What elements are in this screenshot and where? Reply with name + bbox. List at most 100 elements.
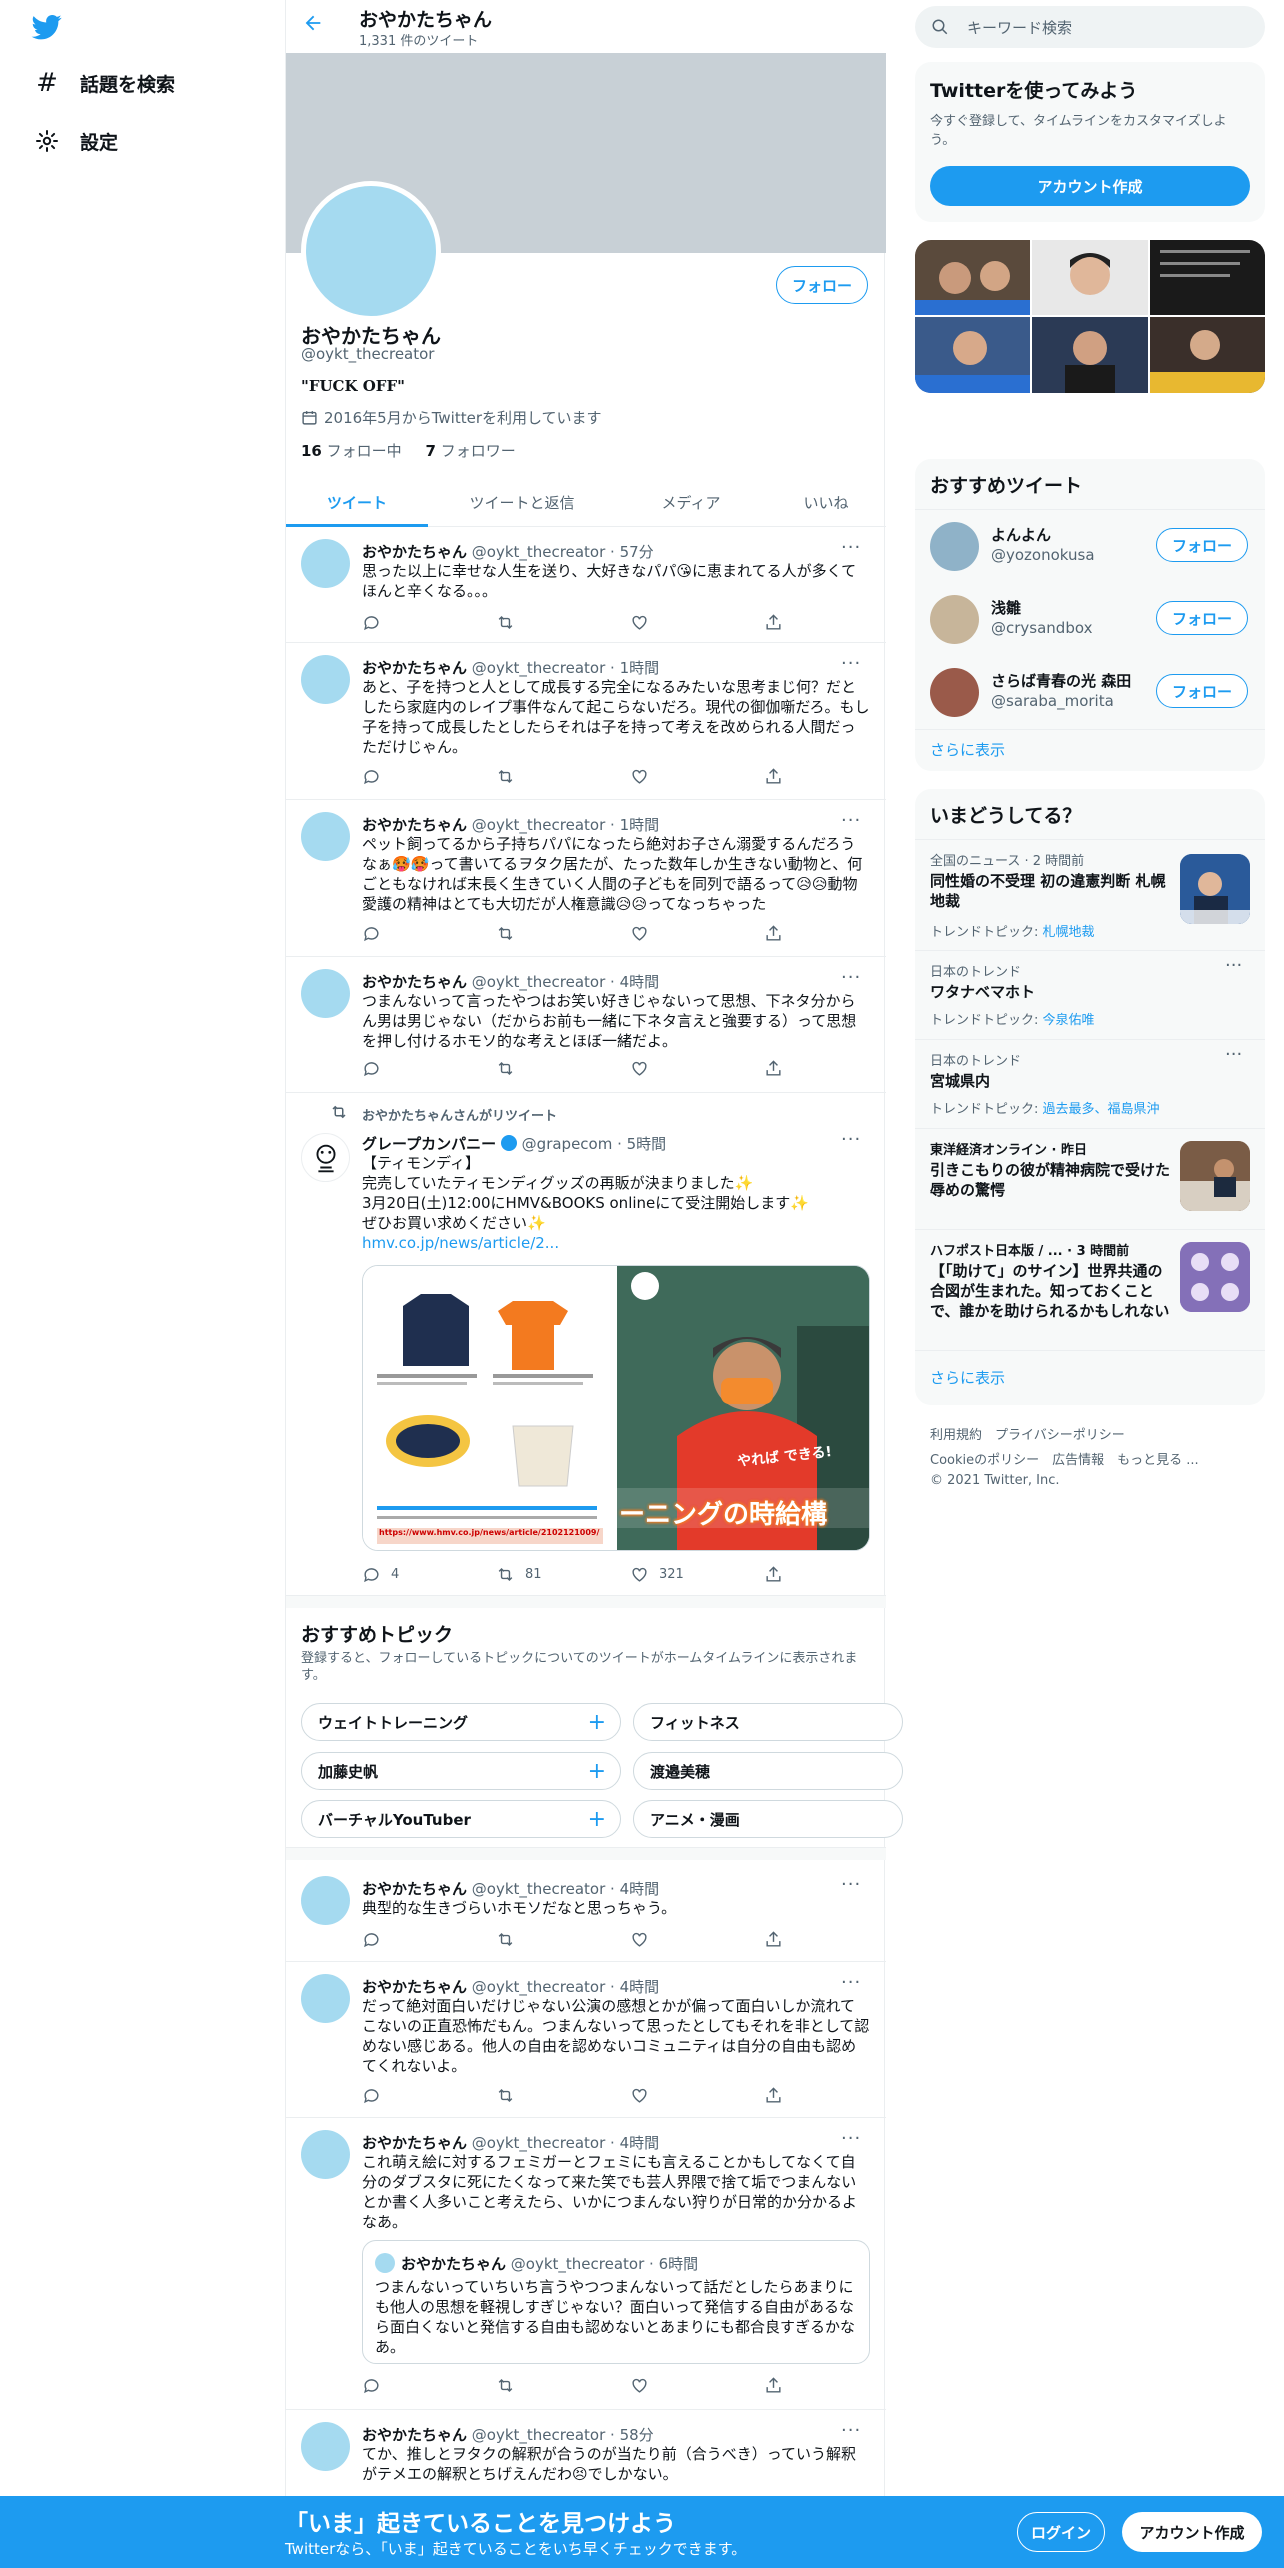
login-button[interactable]: ログイン [1017,2512,1105,2552]
tweet-avatar[interactable] [301,655,350,704]
tweet[interactable]: おやかたちゃん @oykt_thecreator · 4時間 ··· 典型的な生… [286,1860,886,1962]
share-icon[interactable] [764,1059,783,1078]
tab-tweets[interactable]: ツイート [286,477,428,527]
like-icon[interactable] [630,1059,649,1078]
footer-links-1[interactable]: 利用規約 プライバシーポリシー [930,1424,1125,1443]
tweet[interactable]: おやかたちゃん @oykt_thecreator · 58分 ··· てか、推し… [286,2410,886,2510]
retweet-icon[interactable] [496,2376,515,2395]
follow-button[interactable]: フォロー [776,266,868,304]
plus-icon[interactable]: + [588,1710,606,1735]
following-link[interactable]: 16 フォロー中 [301,442,402,460]
nav-explore[interactable]: # 話題を検索 [32,63,175,103]
trend-item[interactable]: 東洋経済オンライン · 昨日 引きこもりの彼が精神病院で受けた辱めの驚愕 [915,1129,1265,1229]
more-icon[interactable]: ··· [1225,955,1242,976]
user-row[interactable]: よんよん @yozonokusa フォロー [915,510,1265,583]
reply-icon[interactable] [362,1930,381,1949]
reply-icon[interactable] [362,924,381,943]
reply-icon[interactable] [362,767,381,786]
more-icon[interactable]: ··· [841,967,861,988]
tweet-avatar[interactable] [301,1876,350,1925]
like-icon[interactable]: 321 [630,1565,684,1584]
tweet-author[interactable]: おやかたちゃん [362,2426,467,2444]
retweet-icon[interactable] [496,1930,515,1949]
tweet-author[interactable]: おやかたちゃん [362,1880,467,1898]
share-icon[interactable] [764,613,783,632]
topic-chip[interactable]: バーチャルYouTuber + [301,1800,621,1838]
tab-media[interactable]: メディア [616,477,766,527]
search-box[interactable]: キーワード検索 [915,6,1265,48]
trend-sub-link[interactable]: 過去最多、福島県沖 [1043,1102,1160,1117]
more-icon[interactable]: ··· [841,1129,861,1150]
share-icon[interactable] [764,2086,783,2105]
retweet-icon[interactable] [496,767,515,786]
tweet-author[interactable]: おやかたちゃん [362,973,467,991]
like-icon[interactable] [630,924,649,943]
show-more-link[interactable]: さらに表示 [930,1367,1005,1388]
tweet-author[interactable]: おやかたちゃん [362,816,467,834]
tweet-author[interactable]: おやかたちゃん [362,2134,467,2152]
plus-icon[interactable]: + [588,1759,606,1784]
topic-chip[interactable]: 加藤史帆 + [301,1752,621,1790]
trend-item[interactable]: 日本のトレンド ワタナベマホト トレンドトピック: 今泉佑唯 ··· [915,951,1265,1039]
nav-settings[interactable]: 設定 [32,121,118,161]
retweet-icon[interactable] [496,924,515,943]
tab-likes[interactable]: いいね [766,477,886,527]
trend-sub-link[interactable]: 今泉佑唯 [1043,1013,1095,1028]
reply-icon[interactable] [362,613,381,632]
topic-chip[interactable]: 渡邉美穂 [633,1752,903,1790]
show-more-link[interactable]: さらに表示 [930,739,1005,760]
topic-chip[interactable]: ウェイトトレーニング + [301,1703,621,1741]
tweet[interactable]: おやかたちゃん @oykt_thecreator · 1時間 ··· ペット飼っ… [286,800,886,957]
retweet-icon[interactable] [496,613,515,632]
follow-button[interactable]: フォロー [1156,601,1248,635]
twitter-logo-icon[interactable] [30,12,64,42]
share-icon[interactable] [764,1565,783,1584]
tweet-author[interactable]: おやかたちゃん [362,659,467,677]
tweet[interactable]: おやかたちゃん @oykt_thecreator · 57分 ··· 思った以上… [286,527,886,643]
tweet-avatar[interactable] [301,539,350,588]
tweet-author[interactable]: おやかたちゃん [362,543,467,561]
media-grid[interactable] [915,240,1265,393]
retweeted-by[interactable]: おやかたちゃんさんがリツイート [362,1105,557,1124]
reply-icon[interactable] [362,1059,381,1078]
more-icon[interactable]: ··· [841,537,861,558]
like-icon[interactable] [630,613,649,632]
more-icon[interactable]: ··· [841,2128,861,2149]
tweet[interactable]: おやかたちゃん @oykt_thecreator · 4時間 ··· だって絶対… [286,1962,886,2118]
like-icon[interactable] [630,2086,649,2105]
more-icon[interactable]: ··· [841,810,861,831]
reply-icon[interactable]: 4 [362,1565,399,1584]
grape-company-avatar[interactable] [301,1133,350,1182]
follow-button[interactable]: フォロー [1156,528,1248,562]
tweet[interactable]: おやかたちゃん @oykt_thecreator · 4時間 ··· つまんない… [286,957,886,1093]
retweet-icon[interactable] [496,2086,515,2105]
trend-item[interactable]: ハフポスト日本版 / ... · 3 時間前 【「助けて」のサイン】世界共通の合… [915,1230,1265,1350]
topic-chip[interactable]: フィットネス [633,1703,903,1741]
more-icon[interactable]: ··· [1225,1044,1242,1065]
more-icon[interactable]: ··· [841,1874,861,1895]
share-icon[interactable] [764,1930,783,1949]
more-icon[interactable]: ··· [841,653,861,674]
plus-icon[interactable]: + [588,1807,606,1832]
followers-link[interactable]: 7 フォロワー [426,442,516,460]
topic-chip[interactable]: アニメ・漫画 [633,1800,903,1838]
back-arrow-icon[interactable] [302,12,328,38]
tweet[interactable]: おやかたちゃん @oykt_thecreator · 4時間 ··· これ萌え絵… [286,2118,886,2410]
tweet-avatar[interactable] [301,2422,350,2471]
reply-icon[interactable] [362,2376,381,2395]
create-account-button[interactable]: アカウント作成 [930,166,1250,206]
share-icon[interactable] [764,767,783,786]
user-row[interactable]: 浅雛 @crysandbox フォロー [915,583,1265,656]
more-icon[interactable]: ··· [841,1972,861,1993]
follow-button[interactable]: フォロー [1156,674,1248,708]
tweet-avatar[interactable] [301,2130,350,2179]
merch-image[interactable]: https://www.hmv.co.jp/news/article/21021… [363,1266,615,1550]
video-image[interactable]: やれば できる! ーニングの時給構 [617,1266,869,1550]
like-icon[interactable] [630,767,649,786]
share-icon[interactable] [764,2376,783,2395]
tweet[interactable]: おやかたちゃん @oykt_thecreator · 1時間 ··· あと、子を… [286,643,886,800]
quoted-tweet[interactable]: おやかたちゃん @oykt_thecreator · 6時間 つまんないっていち… [362,2240,870,2364]
tweet-avatar[interactable] [301,969,350,1018]
trend-item[interactable]: 日本のトレンド 宮城県内 トレンドトピック: 過去最多、福島県沖 ··· [915,1040,1265,1128]
more-icon[interactable]: ··· [841,2420,861,2441]
